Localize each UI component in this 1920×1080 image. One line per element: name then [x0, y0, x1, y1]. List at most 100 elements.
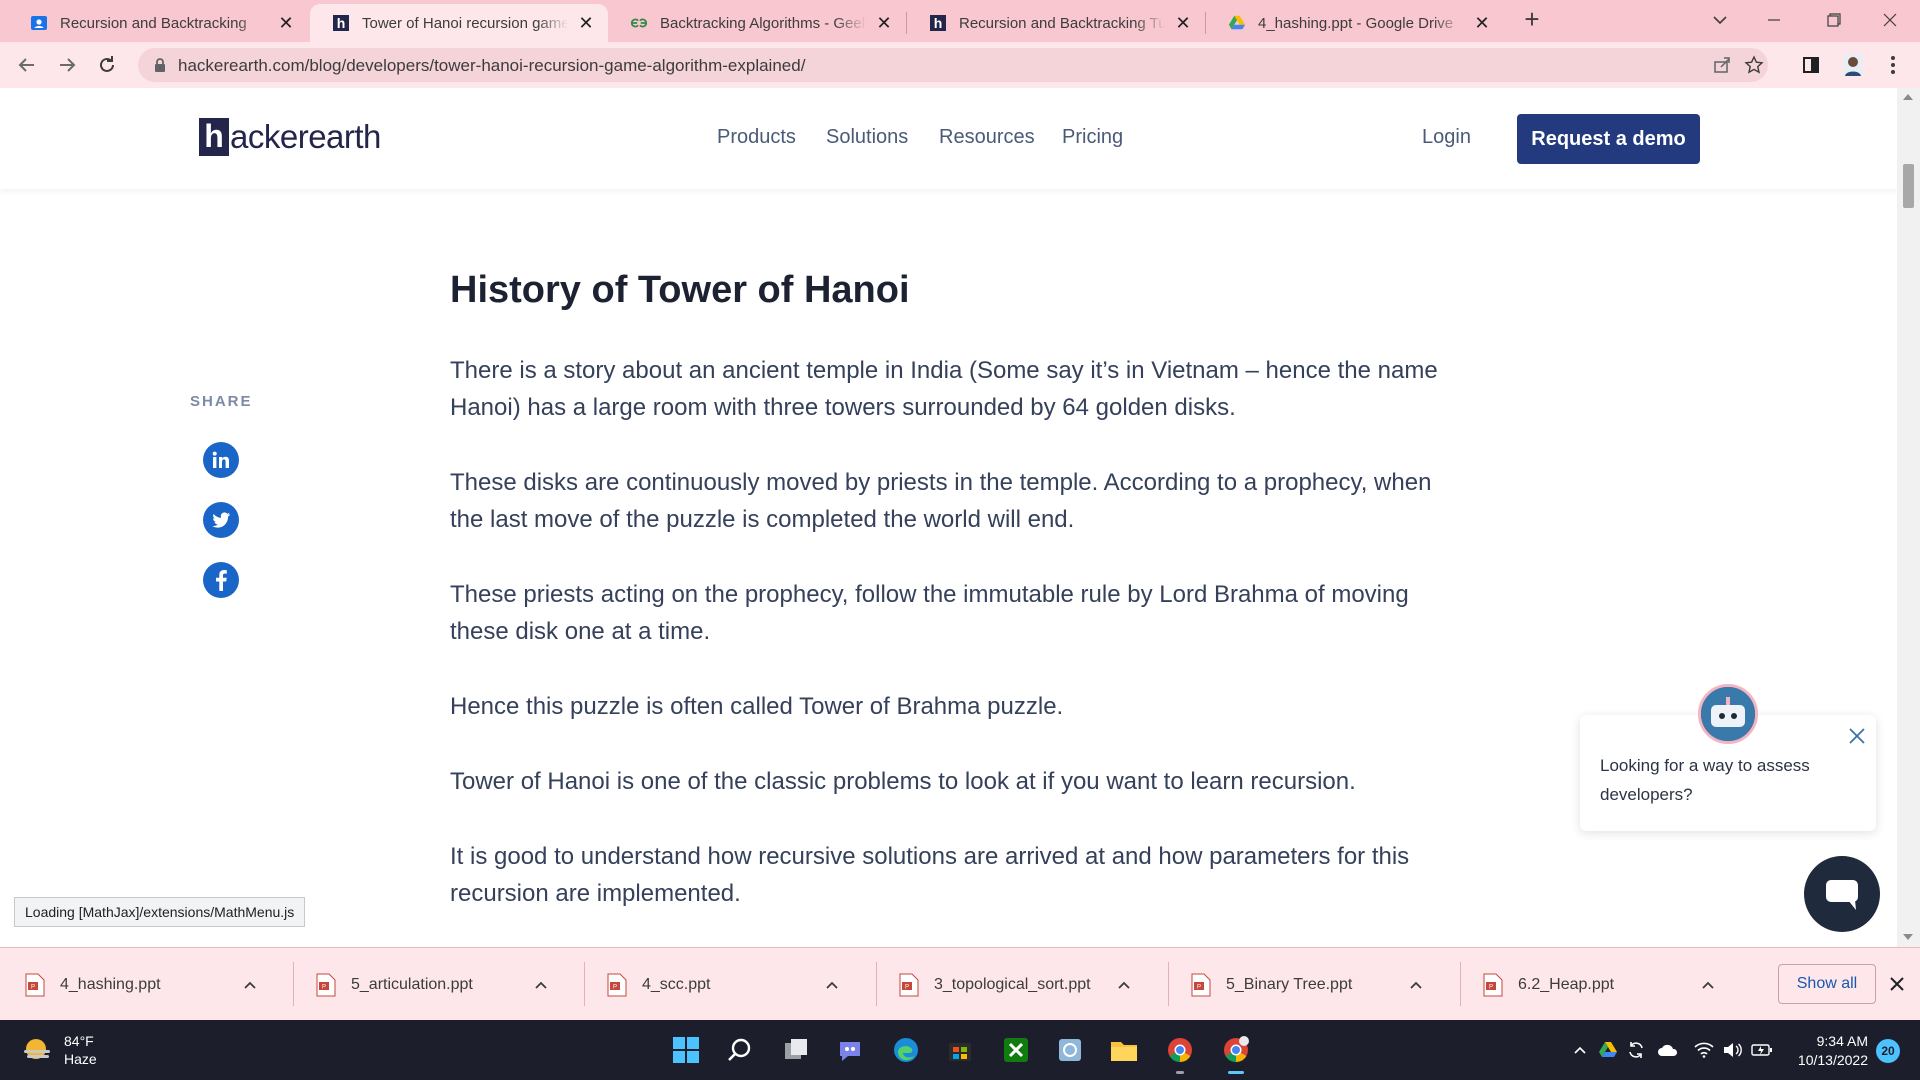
- tab-recursion-backtracking[interactable]: Recursion and Backtracking ✕: [8, 4, 308, 42]
- chrome-profile-icon[interactable]: [1216, 1030, 1256, 1074]
- nav-products[interactable]: Products: [717, 126, 796, 149]
- new-tab-button[interactable]: +: [1518, 6, 1546, 34]
- hackerearth-icon: h: [929, 14, 947, 32]
- reload-icon[interactable]: [92, 50, 122, 80]
- ppt-file-icon: P: [1191, 973, 1211, 996]
- nav-solutions[interactable]: Solutions: [826, 126, 908, 149]
- svg-text:h: h: [337, 15, 346, 31]
- download-item[interactable]: P 6.2_Heap.ppt: [1458, 948, 1748, 1021]
- tab-tower-of-hanoi[interactable]: h Tower of Hanoi recursion game algorith…: [310, 4, 608, 42]
- wifi-icon[interactable]: [1692, 1038, 1716, 1062]
- status-bubble: Loading [MathJax]/extensions/MathMenu.js: [14, 897, 306, 927]
- chrome-icon[interactable]: [1160, 1030, 1200, 1074]
- login-link[interactable]: Login: [1422, 126, 1471, 149]
- nav-pricing[interactable]: Pricing: [1062, 126, 1123, 149]
- windows-start-icon[interactable]: [666, 1030, 706, 1070]
- address-bar[interactable]: hackerearth.com/blog/developers/tower-ha…: [138, 48, 1768, 82]
- profile-avatar[interactable]: [1838, 50, 1868, 80]
- notification-count-badge[interactable]: 20: [1876, 1039, 1900, 1063]
- close-icon[interactable]: [1885, 972, 1909, 996]
- windows-taskbar: 84°F Haze 9:34 AM 10/13/2022 20: [0, 1020, 1920, 1080]
- weather-widget[interactable]: 84°F Haze: [22, 1032, 97, 1068]
- system-clock[interactable]: 9:34 AM 10/13/2022: [1788, 1032, 1868, 1070]
- close-tab-icon[interactable]: ✕: [874, 13, 894, 33]
- svg-text:h: h: [934, 15, 943, 31]
- scrollbar-thumb[interactable]: [1903, 164, 1914, 208]
- download-item[interactable]: P 4_scc.ppt: [582, 948, 872, 1021]
- side-panel-icon[interactable]: [1796, 50, 1826, 80]
- download-filename: 5_Binary Tree.ppt: [1226, 975, 1353, 993]
- tab-search-icon[interactable]: [1694, 0, 1746, 40]
- hackerearth-icon: h: [332, 14, 350, 32]
- site-header: h ackerearth Products Solutions Resource…: [0, 88, 1897, 189]
- close-tab-icon[interactable]: ✕: [1472, 13, 1492, 33]
- scroll-up-icon[interactable]: [1903, 94, 1913, 100]
- twitter-icon[interactable]: [203, 502, 239, 538]
- download-item[interactable]: P 3_topological_sort.ppt: [874, 948, 1164, 1021]
- more-menu-icon[interactable]: [1878, 50, 1908, 80]
- url-text: hackerearth.com/blog/developers/tower-ha…: [178, 56, 806, 75]
- clock-date: 10/13/2022: [1797, 1052, 1868, 1068]
- minimize-icon[interactable]: [1748, 0, 1800, 40]
- share-label: SHARE: [190, 393, 253, 410]
- store-icon[interactable]: [940, 1030, 980, 1070]
- tray-overflow-chevron-icon[interactable]: [1568, 1038, 1592, 1062]
- close-window-icon[interactable]: [1864, 0, 1916, 40]
- chevron-up-icon[interactable]: [1114, 975, 1134, 995]
- svg-text:P: P: [1197, 984, 1201, 990]
- nav-resources[interactable]: Resources: [939, 126, 1035, 149]
- chevron-up-icon[interactable]: [1406, 975, 1426, 995]
- tab-google-drive[interactable]: 4_hashing.ppt - Google Drive ✕: [1206, 4, 1504, 42]
- lock-icon[interactable]: [148, 53, 172, 77]
- bookmark-star-icon[interactable]: [1742, 53, 1766, 77]
- restore-icon[interactable]: [1808, 0, 1860, 40]
- facebook-icon[interactable]: [203, 562, 239, 598]
- linkedin-icon[interactable]: [203, 442, 239, 478]
- close-tab-icon[interactable]: ✕: [1173, 13, 1193, 33]
- download-filename: 5_articulation.ppt: [351, 975, 473, 993]
- download-item[interactable]: P 5_articulation.ppt: [291, 948, 581, 1021]
- edge-icon[interactable]: [886, 1030, 926, 1070]
- share-page-icon[interactable]: [1710, 53, 1734, 77]
- chevron-up-icon[interactable]: [240, 975, 260, 995]
- volume-icon[interactable]: [1720, 1038, 1744, 1062]
- google-drive-tray-icon[interactable]: [1596, 1038, 1620, 1062]
- task-view-icon[interactable]: [776, 1030, 816, 1070]
- svg-text:P: P: [1489, 984, 1493, 990]
- download-item[interactable]: P 5_Binary Tree.ppt: [1166, 948, 1456, 1021]
- weather-temperature: 84°F: [64, 1033, 94, 1049]
- page-viewport: h ackerearth Products Solutions Resource…: [0, 88, 1897, 947]
- hackerearth-logo[interactable]: h ackerearth: [199, 118, 381, 156]
- file-explorer-icon[interactable]: [1104, 1030, 1144, 1070]
- back-icon[interactable]: [12, 50, 42, 80]
- tab-title: Backtracking Algorithms - GeeksforGeeks: [660, 14, 866, 32]
- battery-icon[interactable]: [1750, 1038, 1774, 1062]
- close-tab-icon[interactable]: ✕: [276, 13, 296, 33]
- close-icon[interactable]: [1846, 725, 1868, 747]
- forward-icon[interactable]: [52, 50, 82, 80]
- download-item[interactable]: P 4_hashing.ppt: [0, 948, 290, 1021]
- tab-title: Recursion and Backtracking: [60, 14, 247, 32]
- sync-icon[interactable]: [1624, 1038, 1648, 1062]
- ppt-file-icon: P: [1483, 973, 1503, 996]
- scroll-down-icon[interactable]: [1903, 934, 1913, 940]
- tab-title: 4_hashing.ppt - Google Drive: [1258, 14, 1454, 32]
- tab-backtracking-geeks[interactable]: Backtracking Algorithms - GeeksforGeeks …: [608, 4, 906, 42]
- teams-chat-icon[interactable]: [830, 1030, 870, 1070]
- xbox-icon[interactable]: [996, 1030, 1036, 1070]
- tab-recursion-tutorials[interactable]: h Recursion and Backtracking Tutorials ✕: [907, 4, 1205, 42]
- chat-launcher-button[interactable]: [1804, 856, 1880, 932]
- download-filename: 4_scc.ppt: [642, 975, 711, 993]
- page-scrollbar[interactable]: [1897, 88, 1920, 947]
- request-demo-button[interactable]: Request a demo: [1517, 114, 1700, 164]
- ppt-file-icon: P: [899, 973, 919, 996]
- onedrive-cloud-icon[interactable]: [1656, 1038, 1680, 1062]
- photos-icon[interactable]: [1050, 1030, 1090, 1070]
- search-icon[interactable]: [720, 1030, 760, 1070]
- chevron-up-icon[interactable]: [822, 975, 842, 995]
- close-tab-icon[interactable]: ✕: [576, 13, 596, 33]
- chevron-up-icon[interactable]: [531, 975, 551, 995]
- download-filename: 3_topological_sort.ppt: [934, 975, 1091, 993]
- show-all-downloads-button[interactable]: Show all: [1778, 964, 1876, 1004]
- chevron-up-icon[interactable]: [1698, 975, 1718, 995]
